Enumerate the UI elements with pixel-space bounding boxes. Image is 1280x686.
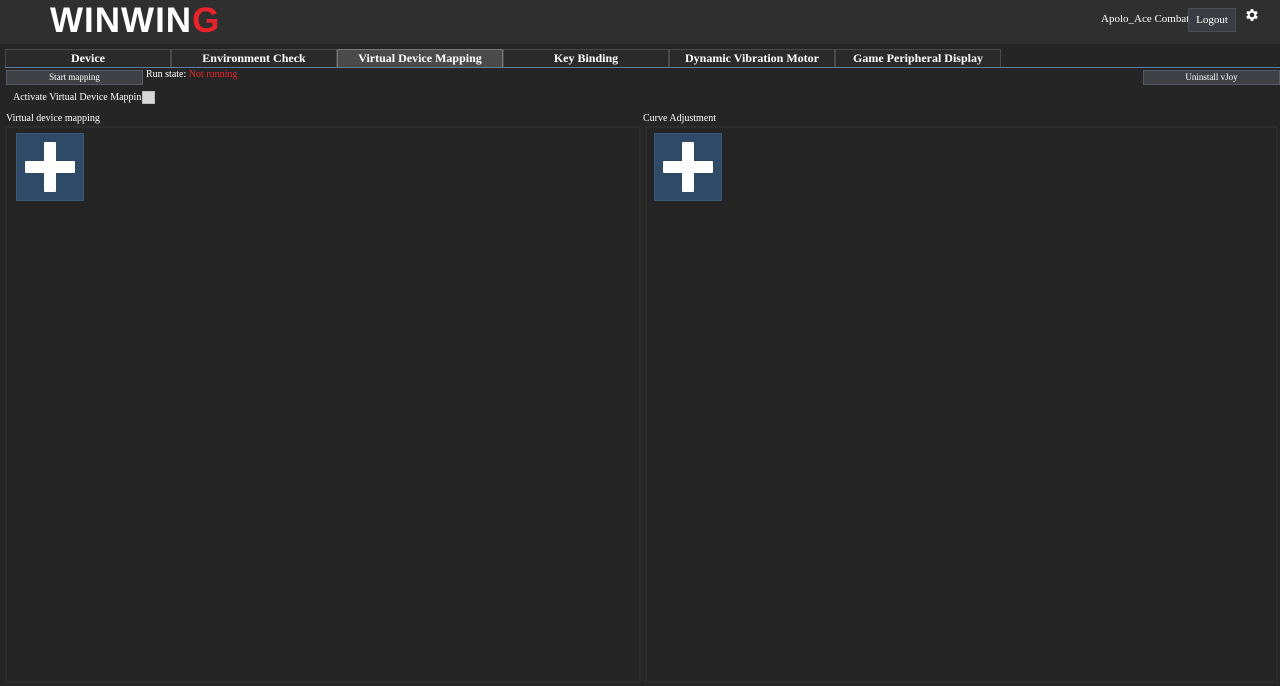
logo-accent: G bbox=[192, 1, 221, 40]
tab-environment-check[interactable]: Environment Check bbox=[171, 49, 337, 67]
plus-icon-bar bbox=[663, 161, 713, 173]
virtual-device-mapping-panel bbox=[5, 126, 641, 683]
tab-device[interactable]: Device bbox=[5, 49, 171, 67]
tab-key-binding[interactable]: Key Binding bbox=[503, 49, 669, 67]
app-window: WINWING Apolo_Ace Combat Logout Device E… bbox=[0, 0, 1280, 686]
logo-text: WINWIN bbox=[50, 1, 193, 40]
tab-bar: Device Environment Check Virtual Device … bbox=[5, 49, 1280, 68]
run-state: Run state: Not running bbox=[146, 69, 237, 80]
plus-icon-bar bbox=[25, 161, 75, 173]
logout-button[interactable]: Logout bbox=[1188, 8, 1236, 32]
add-curve-button[interactable] bbox=[654, 133, 722, 201]
curve-adjustment-title: Curve Adjustment bbox=[643, 113, 717, 124]
run-state-label: Run state: bbox=[146, 69, 187, 80]
winwing-logo: WINWING bbox=[50, 3, 220, 39]
tab-virtual-device-mapping[interactable]: Virtual Device Mapping bbox=[337, 49, 503, 67]
app-header: WINWING Apolo_Ace Combat Logout bbox=[0, 0, 1280, 44]
tab-game-peripheral-display[interactable]: Game Peripheral Display bbox=[835, 49, 1001, 67]
activate-mapping-checkbox[interactable] bbox=[142, 91, 155, 104]
user-name: Apolo_Ace Combat bbox=[1101, 13, 1190, 25]
uninstall-vjoy-button[interactable]: Uninstall vJoy bbox=[1143, 70, 1280, 85]
tab-dynamic-vibration-motor[interactable]: Dynamic Vibration Motor bbox=[669, 49, 835, 67]
gear-icon[interactable] bbox=[1244, 7, 1260, 23]
add-mapping-button[interactable] bbox=[16, 133, 84, 201]
start-mapping-button[interactable]: Start mapping bbox=[6, 70, 143, 85]
run-state-value: Not running bbox=[188, 69, 238, 80]
curve-adjustment-panel bbox=[645, 126, 1278, 683]
virtual-device-mapping-title: Virtual device mapping bbox=[6, 113, 100, 124]
activate-mapping-label: Activate Virtual Device Mapping bbox=[13, 92, 147, 103]
